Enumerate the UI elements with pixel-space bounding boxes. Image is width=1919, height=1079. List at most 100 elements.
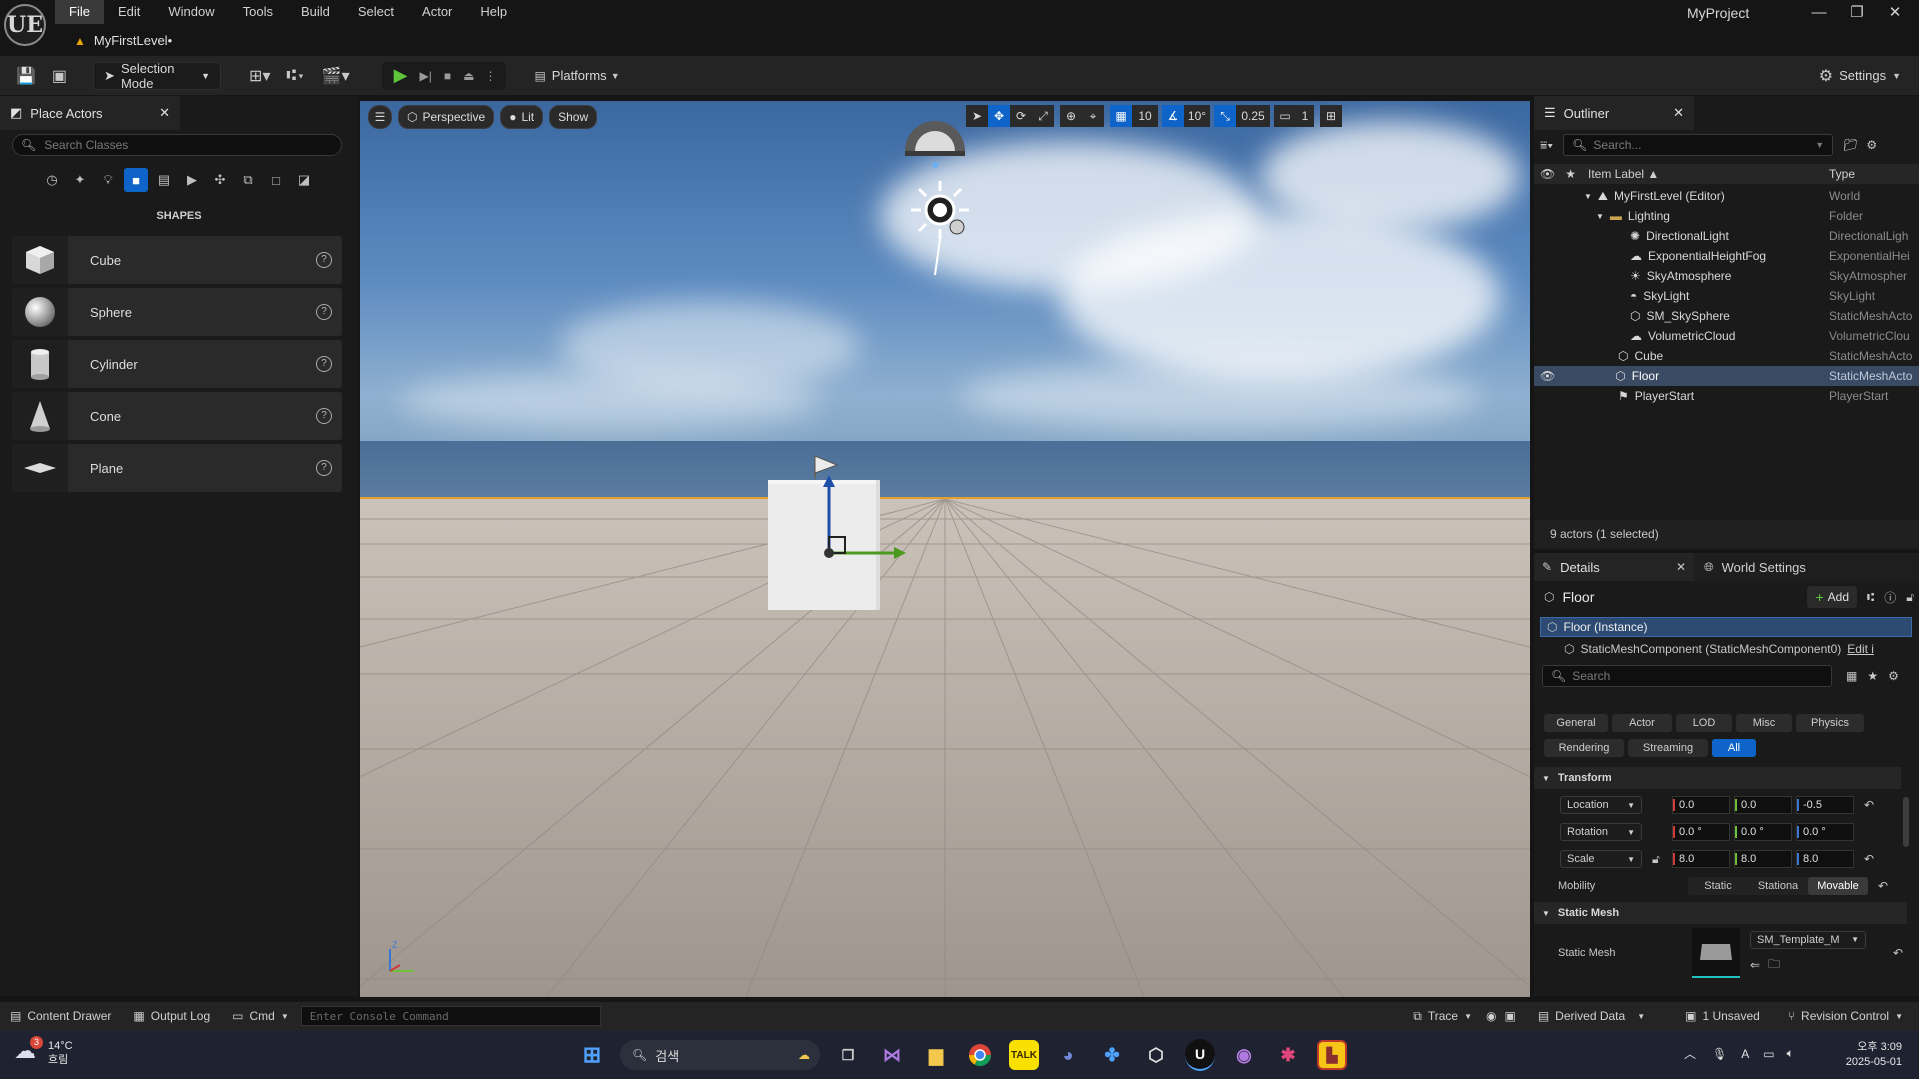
- platforms-button[interactable]: ▤ Platforms ▼: [534, 68, 619, 83]
- floor-actor[interactable]: [360, 497, 1530, 997]
- filter-actor[interactable]: Actor: [1612, 714, 1672, 732]
- stop-icon[interactable]: ■: [444, 69, 451, 83]
- revision-control-button[interactable]: ⑂ Revision Control ▼: [1788, 1009, 1903, 1023]
- menu-tools[interactable]: Tools: [229, 0, 287, 24]
- all-classes-icon[interactable]: □: [264, 168, 288, 192]
- reset-icon[interactable]: ↶: [1878, 879, 1888, 893]
- lit-button[interactable]: ● Lit: [500, 105, 544, 129]
- unity-icon[interactable]: ⬡: [1141, 1040, 1171, 1070]
- tree-row-player-start[interactable]: ⚑ PlayerStart PlayerStart: [1534, 386, 1919, 406]
- mobility-static[interactable]: Static: [1688, 877, 1748, 895]
- tree-row-exponential-height-fog[interactable]: ☁ ExponentialHeightFog ExponentialHei: [1534, 246, 1919, 266]
- help-icon[interactable]: ?: [316, 408, 332, 424]
- restore-icon[interactable]: ❐: [1838, 3, 1876, 21]
- play-icon[interactable]: ▶: [394, 65, 408, 86]
- menu-select[interactable]: Select: [344, 0, 408, 24]
- reset-icon[interactable]: ↶: [1864, 798, 1874, 812]
- output-log-button[interactable]: ▦ Output Log: [133, 1009, 210, 1023]
- scale-x-field[interactable]: 8.0: [1672, 850, 1730, 868]
- menu-help[interactable]: Help: [466, 0, 521, 24]
- menu-window[interactable]: Window: [154, 0, 228, 24]
- perspective-button[interactable]: ⬡ Perspective: [398, 105, 495, 129]
- grid-snap-value[interactable]: 10: [1132, 105, 1158, 127]
- slack-icon[interactable]: ✱: [1273, 1040, 1303, 1070]
- close-icon[interactable]: ✕: [1676, 560, 1686, 574]
- reset-icon[interactable]: ↶: [1893, 946, 1903, 960]
- filter-streaming[interactable]: Streaming: [1628, 739, 1708, 757]
- component-instance-row[interactable]: ⬡ Floor (Instance): [1540, 617, 1912, 637]
- visual-effects-icon[interactable]: ▶: [180, 168, 204, 192]
- task-view-icon[interactable]: ❐: [833, 1040, 863, 1070]
- microphone-icon[interactable]: 🎙︎: [1712, 1047, 1727, 1061]
- use-selected-icon[interactable]: ⇐: [1750, 958, 1760, 972]
- rotation-y-field[interactable]: 0.0 °: [1734, 823, 1792, 841]
- filter-physics[interactable]: Physics: [1796, 714, 1864, 732]
- menu-edit[interactable]: Edit: [104, 0, 154, 24]
- cmd-dropdown[interactable]: ▭ Cmd ▼: [232, 1009, 289, 1023]
- kakaotalk-icon[interactable]: TALK: [1009, 1040, 1039, 1070]
- expand-arrow-icon[interactable]: ▼: [1584, 192, 1592, 201]
- edit-component-link[interactable]: Edit i: [1847, 642, 1874, 656]
- chevron-up-icon[interactable]: ︿: [1684, 1045, 1696, 1062]
- visual-studio-icon[interactable]: ⋈: [877, 1040, 907, 1070]
- world-local-icon[interactable]: ⊕: [1060, 105, 1082, 127]
- help-icon[interactable]: ⓘ: [1884, 589, 1896, 606]
- property-matrix-icon[interactable]: ▦: [1846, 669, 1857, 683]
- selection-mode-dropdown[interactable]: ➤ Selection Mode ▼: [93, 61, 222, 91]
- chrome-icon[interactable]: [965, 1040, 995, 1070]
- content-drawer-button[interactable]: ▤ Content Drawer: [10, 1009, 111, 1023]
- shape-item-cube[interactable]: Cube ?: [12, 236, 342, 284]
- translate-tool-icon[interactable]: ✥: [988, 105, 1010, 127]
- rotate-tool-icon[interactable]: ⟳: [1010, 105, 1032, 127]
- scale-snap-icon[interactable]: ⤡: [1214, 105, 1236, 127]
- outliner-search-input[interactable]: 🔍︎ Search... ▼: [1563, 134, 1834, 156]
- taskbar-search[interactable]: 🔍︎ 검색 ☁: [620, 1040, 820, 1070]
- filter-icon[interactable]: ⩸▾: [1540, 138, 1553, 153]
- tree-row-skylight[interactable]: ◓ SkyLight SkyLight: [1534, 286, 1919, 306]
- rotation-snap-value[interactable]: 10°: [1184, 105, 1210, 127]
- landscape-icon[interactable]: ◪: [292, 168, 316, 192]
- rotation-snap-icon[interactable]: ∡: [1162, 105, 1184, 127]
- menu-actor[interactable]: Actor: [408, 0, 466, 24]
- recent-icon[interactable]: ◷: [40, 168, 64, 192]
- visibility-eye-icon[interactable]: 👁︎: [1540, 369, 1555, 383]
- file-explorer-icon[interactable]: ▆: [921, 1040, 951, 1070]
- cinematics-icon[interactable]: 🎬▾: [322, 66, 350, 86]
- step-icon[interactable]: ▶|: [419, 69, 431, 83]
- shapes-icon[interactable]: ■: [124, 168, 148, 192]
- discord-icon[interactable]: ◕: [1053, 1040, 1083, 1070]
- unreal-logo-icon[interactable]: UE: [4, 4, 46, 46]
- camera-speed-icon[interactable]: ▭: [1274, 105, 1296, 127]
- menu-file[interactable]: File: [55, 0, 104, 24]
- expand-arrow-icon[interactable]: ▼: [1596, 212, 1604, 221]
- github-desktop-icon[interactable]: ◉: [1229, 1040, 1259, 1070]
- record-icon[interactable]: ◉: [1486, 1009, 1496, 1023]
- details-tab[interactable]: ✎ Details ✕: [1534, 553, 1694, 581]
- scale-y-field[interactable]: 8.0: [1734, 850, 1792, 868]
- more-options-icon[interactable]: ⋮: [484, 69, 496, 83]
- location-z-field[interactable]: -0.5: [1796, 796, 1854, 814]
- reset-icon[interactable]: ↶: [1864, 852, 1874, 866]
- filter-lod[interactable]: LOD: [1676, 714, 1732, 732]
- shape-item-cylinder[interactable]: Cylinder ?: [12, 340, 342, 388]
- rotation-z-field[interactable]: 0.0 °: [1796, 823, 1854, 841]
- select-tool-icon[interactable]: ➤: [966, 105, 988, 127]
- close-icon[interactable]: ✕: [1876, 3, 1914, 21]
- grid-snap-icon[interactable]: ▦: [1110, 105, 1132, 127]
- scale-z-field[interactable]: 8.0: [1796, 850, 1854, 868]
- transform-section-header[interactable]: ▼ Transform: [1534, 767, 1907, 789]
- volumes-icon[interactable]: ✣: [208, 168, 232, 192]
- location-x-field[interactable]: 0.0: [1672, 796, 1730, 814]
- settings-button[interactable]: ⚙ Settings ▼: [1819, 66, 1901, 86]
- tree-row-lighting-folder[interactable]: ▼ ▬ Lighting Folder: [1534, 206, 1919, 226]
- pinned-column-icon[interactable]: ★: [1565, 167, 1576, 181]
- static-mesh-dropdown[interactable]: SM_Template_M ▼: [1750, 930, 1866, 949]
- surface-snap-icon[interactable]: ⌖: [1082, 105, 1104, 127]
- component-row[interactable]: ⬡ StaticMeshComponent (StaticMeshCompone…: [1540, 639, 1912, 659]
- blueprint-icon[interactable]: ⑆▾: [286, 67, 305, 85]
- trace-button[interactable]: ⧉ Trace ▼: [1413, 1009, 1472, 1024]
- blueprint-icon[interactable]: ⑆: [1867, 590, 1874, 604]
- cinematic-icon[interactable]: ▤: [152, 168, 176, 192]
- ime-icon[interactable]: A: [1741, 1047, 1749, 1061]
- filter-misc[interactable]: Misc: [1736, 714, 1792, 732]
